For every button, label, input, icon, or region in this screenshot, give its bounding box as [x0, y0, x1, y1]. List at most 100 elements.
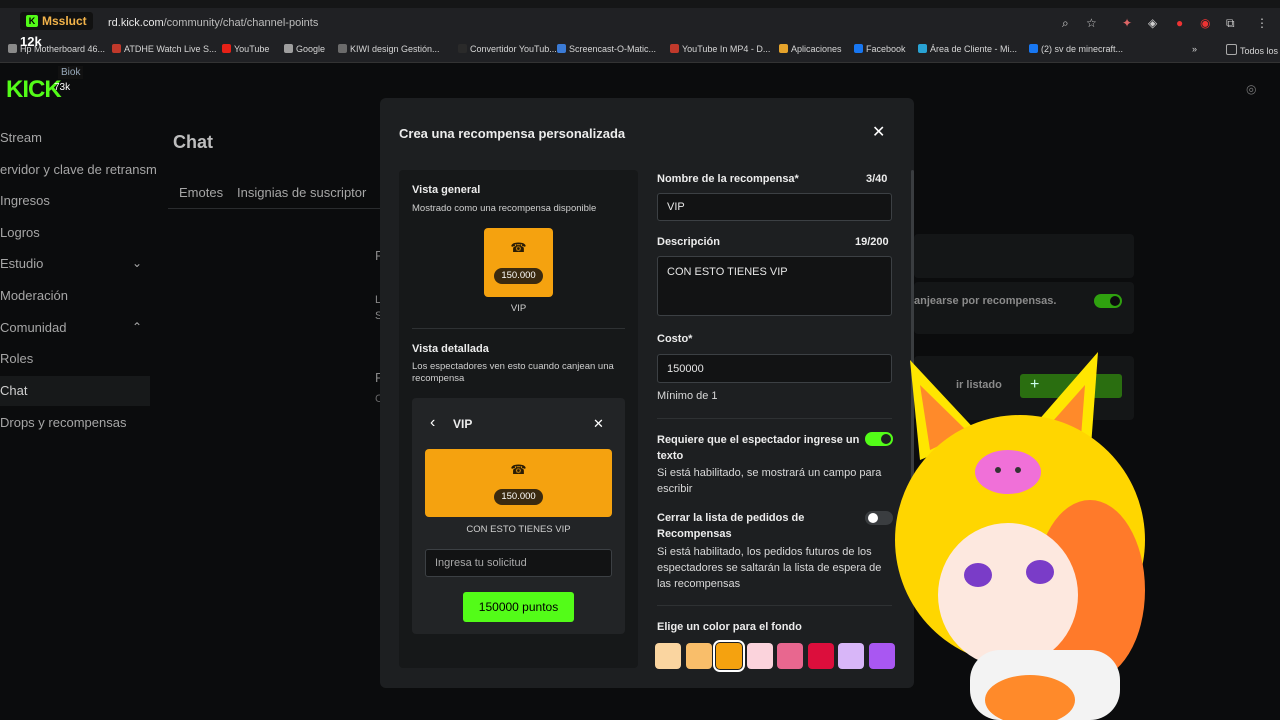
- bookmark-favicon-icon: [557, 44, 566, 53]
- redeem-points-button[interactable]: 150000 puntos: [463, 592, 574, 622]
- bg-toggle-knob: [1110, 296, 1120, 306]
- bookmark-favicon-icon: [1029, 44, 1038, 53]
- puzzle-icon[interactable]: ⧉: [1226, 16, 1235, 31]
- zoom-icon[interactable]: ⌕: [1062, 16, 1069, 31]
- sidebar-item-community[interactable]: Comunidad: [0, 320, 67, 335]
- url-path: /community/chat/channel-points: [163, 17, 319, 29]
- bookmark-item[interactable]: YouTube: [222, 44, 269, 54]
- color-swatch[interactable]: [777, 643, 803, 669]
- chevron-down-icon[interactable]: ⌄: [132, 256, 142, 270]
- bookmarks-overflow-icon[interactable]: »: [1192, 44, 1197, 54]
- viewer-count: 12k: [20, 34, 42, 49]
- reward-card-small: [484, 228, 553, 297]
- color-swatch[interactable]: [713, 640, 745, 672]
- bookmark-item[interactable]: Área de Cliente - Mi...: [918, 44, 1017, 54]
- sidebar-item-moderation[interactable]: Moderación: [0, 288, 68, 303]
- detailed-subtitle: Los espectadores ven esto cuando canjean…: [412, 361, 614, 384]
- folder-icon: [1226, 44, 1237, 55]
- channel-tag: Biok: [58, 66, 84, 79]
- tab-subscriber-badges[interactable]: Insignias de suscriptor: [237, 185, 366, 200]
- bookmark-item[interactable]: ATDHE Watch Live S...: [112, 44, 217, 54]
- sidebar-item-income[interactable]: Ingresos: [0, 193, 50, 208]
- star-icon[interactable]: ☆: [1086, 16, 1097, 30]
- other-bookmarks-label: Todos los: [1240, 46, 1279, 56]
- bookmark-label: Área de Cliente - Mi...: [930, 44, 1018, 54]
- request-input[interactable]: Ingresa tu solicitud: [425, 549, 612, 577]
- bookmark-label: Screencast-O-Matic...: [569, 44, 657, 54]
- settings-icon[interactable]: ◎: [1246, 82, 1256, 96]
- bookmark-favicon-icon: [8, 44, 17, 53]
- telephone-icon: ☎: [510, 240, 527, 255]
- browser-tabstrip: [0, 0, 1280, 8]
- toggle-knob: [868, 513, 878, 523]
- cost-pill-small: 150.000: [494, 268, 543, 284]
- name-label: Nombre de la recompensa*: [657, 173, 799, 185]
- bookmark-favicon-icon: [854, 44, 863, 53]
- streamer-name: Mssluct: [42, 14, 87, 28]
- other-bookmarks[interactable]: Todos los: [1226, 44, 1278, 56]
- color-swatch[interactable]: [655, 643, 681, 669]
- bookmark-item[interactable]: Screencast-O-Matic...: [557, 44, 656, 54]
- bookmark-label: YouTube: [234, 44, 270, 54]
- sidebar-item-roles[interactable]: Roles: [0, 351, 33, 366]
- bookmark-item[interactable]: (2) sv de minecraft...: [1029, 44, 1123, 54]
- sidebar-item-studio[interactable]: Estudio: [0, 256, 43, 271]
- color-swatch[interactable]: [746, 643, 773, 669]
- color-swatch[interactable]: [685, 643, 712, 669]
- description-textarea[interactable]: CON ESTO TIENES VIP: [657, 256, 892, 316]
- avatar-eye-left: [964, 563, 992, 587]
- bg-toggle[interactable]: [1094, 294, 1122, 308]
- avatar-eye-right: [1026, 560, 1054, 584]
- color-swatch[interactable]: [807, 643, 834, 669]
- bookmark-item[interactable]: YouTube In MP4 - D...: [670, 44, 770, 54]
- url-host: rd.kick.com: [108, 17, 164, 29]
- extension-icon[interactable]: ✦: [1122, 16, 1132, 30]
- overview-title: Vista general: [412, 184, 481, 196]
- extension-2-icon[interactable]: ◈: [1148, 16, 1157, 30]
- chevron-up-icon[interactable]: ⌃: [132, 320, 142, 334]
- menu-icon[interactable]: ⋮: [1256, 16, 1268, 30]
- cost-pill-large: 150.000: [494, 489, 543, 505]
- cost-input[interactable]: 150000: [657, 354, 892, 383]
- sidebar-item-drops[interactable]: Drops y recompensas: [0, 415, 126, 430]
- detail-close-icon[interactable]: ✕: [593, 416, 604, 432]
- preview-divider: [412, 328, 625, 329]
- chevron-left-icon[interactable]: ‹: [430, 414, 435, 432]
- sidebar-item-achievements[interactable]: Logros: [0, 225, 40, 240]
- bookmark-item[interactable]: KIWI design Gestión...: [338, 44, 440, 54]
- bookmark-item[interactable]: Facebook: [854, 44, 906, 54]
- detail-header: VIP: [453, 417, 473, 431]
- close-icon[interactable]: ✕: [872, 122, 885, 142]
- sidebar-item-server[interactable]: ervidor y clave de retransm: [0, 162, 157, 177]
- bookmark-item[interactable]: Convertidor YouTub...: [458, 44, 557, 54]
- description-counter: 19/200: [855, 236, 889, 248]
- bg-card-2: [914, 282, 1134, 334]
- tabs-divider: [168, 208, 380, 209]
- modal-title: Crea una recompensa personalizada: [399, 126, 626, 141]
- extension-3-icon[interactable]: ●: [1176, 16, 1183, 30]
- close-list-label: Cerrar la lista de pedidos de Recompensa…: [657, 512, 805, 540]
- kick-icon: K: [26, 15, 38, 27]
- bg-card-1: [914, 234, 1134, 278]
- color-swatch[interactable]: [838, 643, 864, 669]
- bookmark-label: Convertidor YouTub...: [470, 44, 557, 54]
- record-icon[interactable]: ◉: [1200, 16, 1210, 30]
- bookmark-item[interactable]: Aplicaciones: [779, 44, 842, 54]
- address-bar[interactable]: rd.kick.com/community/chat/channel-point…: [108, 17, 318, 29]
- bookmark-label: ATDHE Watch Live S...: [124, 44, 217, 54]
- avatar-pink-blob: [975, 450, 1041, 494]
- bookmark-favicon-icon: [112, 44, 121, 53]
- bookmark-item[interactable]: Google: [284, 44, 325, 54]
- reward-card-large: [425, 449, 612, 517]
- kick-logo[interactable]: KICK: [6, 76, 62, 104]
- bookmark-favicon-icon: [284, 44, 293, 53]
- reward-name-small: VIP: [510, 303, 527, 314]
- tab-emotes[interactable]: Emotes: [179, 185, 223, 200]
- streamer-tag: K Mssluct: [20, 12, 93, 30]
- color-label: Elige un color para el fondo: [657, 621, 802, 633]
- page-title: Chat: [173, 132, 213, 152]
- reward-name-input[interactable]: VIP: [657, 193, 892, 221]
- bookmark-favicon-icon: [222, 44, 231, 53]
- sidebar-item-chat[interactable]: Chat: [0, 383, 27, 398]
- sidebar-item-stream[interactable]: Stream: [0, 130, 42, 145]
